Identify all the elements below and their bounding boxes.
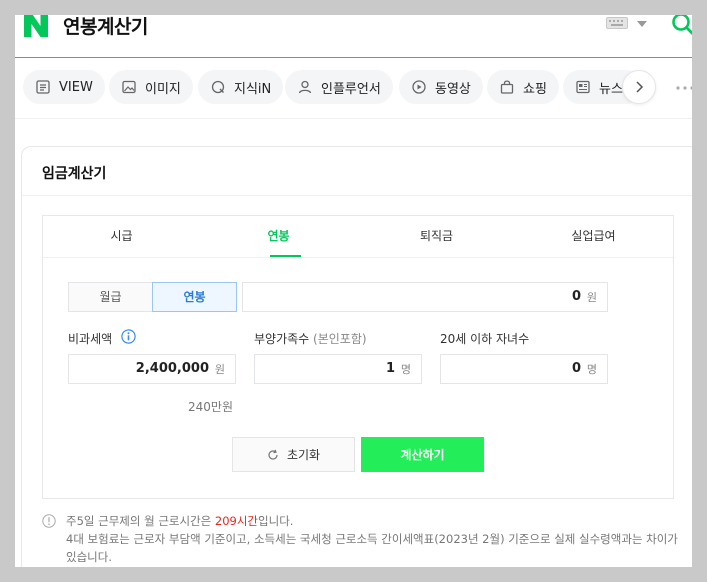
- calculator-panel: 시급 연봉 퇴직금 실업급여 월급 연봉 0 원 비과세액 부양가족수 (본인포…: [42, 215, 674, 499]
- search-icon[interactable]: [671, 15, 692, 36]
- news-icon: [576, 80, 590, 94]
- tab-label: 지식iN: [234, 81, 272, 97]
- tab-label: VIEW: [59, 79, 93, 95]
- children-value: 0: [571, 361, 581, 376]
- tab-hourly[interactable]: 시급: [43, 216, 200, 257]
- calculator-page: 연봉계산기 VIEW 이미지 지식iN 인플루언서 동영상 쇼핑 뉴스 임금계산…: [15, 15, 692, 567]
- naver-logo-icon[interactable]: [23, 15, 49, 38]
- header: 연봉계산기: [15, 15, 692, 58]
- info-icon[interactable]: [121, 329, 136, 344]
- children-label: 20세 이하 자녀수: [440, 332, 530, 346]
- calculator-tabs: 시급 연봉 퇴직금 실업급여: [43, 216, 673, 258]
- tab-label: 동영상: [435, 81, 471, 97]
- card-title: 임금계산기: [42, 166, 107, 182]
- play-icon: [412, 80, 426, 94]
- caret-down-icon[interactable]: [637, 20, 647, 28]
- bag-icon: [500, 80, 514, 94]
- tab-image[interactable]: 이미지: [109, 70, 193, 104]
- dependents-value: 1: [385, 361, 395, 376]
- salary-input[interactable]: 0 원: [242, 282, 608, 312]
- children-input[interactable]: 0 명: [440, 354, 608, 384]
- dependents-label: 부양가족수 (본인포함): [254, 332, 367, 346]
- tab-influencer[interactable]: 인플루언서: [285, 70, 393, 104]
- nontax-label: 비과세액: [68, 332, 113, 346]
- salary-value: 0: [571, 289, 581, 304]
- tab-view[interactable]: VIEW: [23, 70, 105, 104]
- tab-shopping[interactable]: 쇼핑: [487, 70, 559, 104]
- more-icon[interactable]: [675, 85, 692, 91]
- children-unit: 명: [586, 363, 597, 376]
- notes-text: 주5일 근무제의 월 근로시간은 209시간입니다. 4대 보험료는 근로자 부…: [66, 514, 678, 564]
- tab-label: 이미지: [145, 81, 181, 97]
- tab-video[interactable]: 동영상: [399, 70, 483, 104]
- tab-label: 뉴스: [599, 81, 623, 97]
- tab-label: 쇼핑: [523, 81, 547, 97]
- tab-severance[interactable]: 퇴직금: [358, 216, 515, 257]
- notice-icon: [42, 514, 56, 528]
- dependents-input[interactable]: 1 명: [254, 354, 422, 384]
- tab-unemployment[interactable]: 실업급여: [515, 216, 672, 257]
- notes: 주5일 근무제의 월 근로시간은 209시간입니다. 4대 보험료는 근로자 부…: [42, 512, 682, 566]
- page-title: 연봉계산기: [63, 16, 148, 38]
- nontax-hint: 240만원: [188, 400, 233, 414]
- calculate-button[interactable]: 계산하기: [361, 437, 484, 472]
- wage-calculator-card: 임금계산기 시급 연봉 퇴직금 실업급여 월급 연봉 0 원 비과세액 부양가족…: [21, 146, 692, 567]
- keyboard-icon[interactable]: [606, 17, 628, 29]
- nontax-input[interactable]: 2,400,000 원: [68, 354, 236, 384]
- tabs-next-button[interactable]: [622, 70, 656, 104]
- tab-kin[interactable]: 지식iN: [198, 70, 284, 104]
- search-tabs: VIEW 이미지 지식iN 인플루언서 동영상 쇼핑 뉴스: [15, 70, 692, 108]
- tab-label: 인플루언서: [321, 81, 381, 97]
- view-icon: [36, 80, 50, 94]
- image-icon: [122, 80, 136, 94]
- chevron-right-icon: [636, 81, 644, 93]
- person-icon: [298, 80, 312, 94]
- divider: [22, 195, 692, 196]
- annual-toggle[interactable]: 연봉: [152, 282, 237, 312]
- nontax-unit: 원: [214, 363, 225, 376]
- monthly-toggle[interactable]: 월급: [68, 282, 153, 312]
- divider: [15, 118, 692, 119]
- salary-unit: 원: [586, 291, 597, 304]
- nontax-value: 2,400,000: [135, 361, 209, 376]
- dependents-unit: 명: [400, 363, 411, 376]
- tab-annual[interactable]: 연봉: [200, 216, 357, 257]
- reset-button[interactable]: 초기화: [232, 437, 355, 472]
- refresh-icon: [268, 449, 278, 460]
- kin-icon: [211, 80, 225, 94]
